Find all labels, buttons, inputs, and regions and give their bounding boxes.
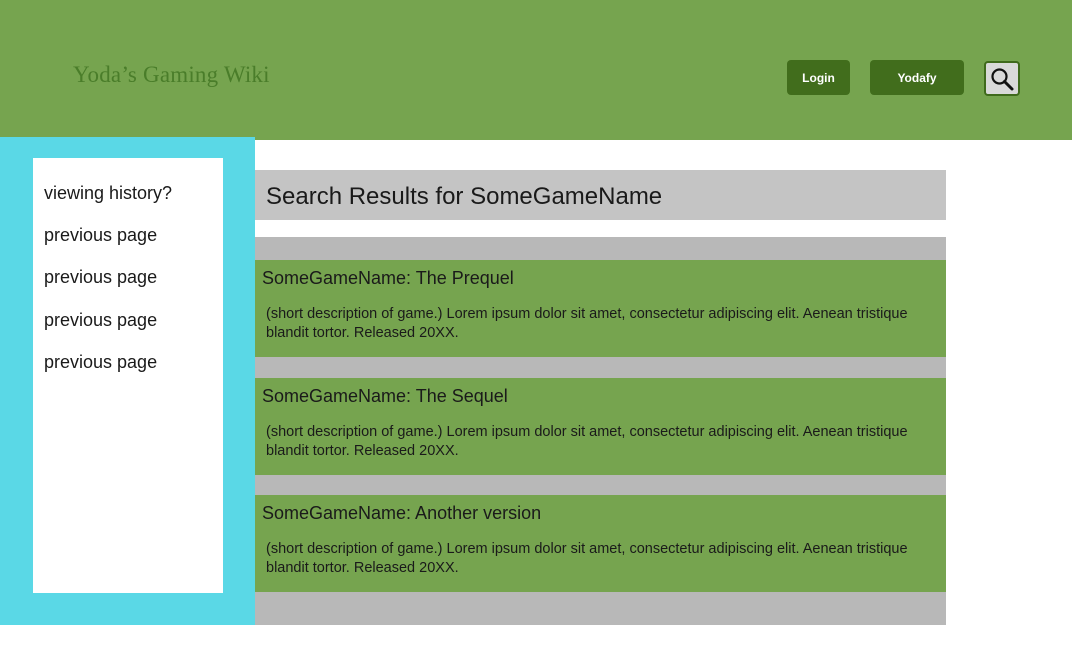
result-description: (short description of game.) Lorem ipsum…	[266, 306, 908, 341]
result-description: (short description of game.) Lorem ipsum…	[266, 541, 908, 576]
site-title[interactable]: Yoda’s Gaming Wiki	[73, 62, 270, 88]
page: Yoda’s Gaming Wiki Login Yodafy viewing …	[0, 0, 1072, 656]
sidebar-item-previous-page[interactable]: previous page	[44, 310, 157, 331]
history-panel: viewing history? previous page previous …	[33, 158, 223, 593]
results-list: SomeGameName: The Prequel (short descrip…	[255, 237, 946, 625]
result-card[interactable]: SomeGameName: The Prequel (short descrip…	[255, 260, 946, 357]
sidebar-item-previous-page[interactable]: previous page	[44, 225, 157, 246]
result-title[interactable]: SomeGameName: Another version	[262, 503, 541, 524]
search-icon	[991, 67, 1014, 90]
result-title[interactable]: SomeGameName: The Sequel	[262, 386, 508, 407]
results-header: Search Results for SomeGameName	[255, 170, 946, 220]
page-title: Search Results for SomeGameName	[266, 183, 663, 210]
result-card[interactable]: SomeGameName: Another version (short des…	[255, 495, 946, 592]
result-title[interactable]: SomeGameName: The Prequel	[262, 268, 514, 289]
result-card[interactable]: SomeGameName: The Sequel (short descript…	[255, 378, 946, 475]
sidebar-item-previous-page[interactable]: previous page	[44, 352, 157, 373]
search-button[interactable]	[984, 61, 1020, 96]
sidebar: viewing history? previous page previous …	[0, 137, 255, 625]
header-bar: Yoda’s Gaming Wiki Login Yodafy	[0, 0, 1072, 140]
result-description: (short description of game.) Lorem ipsum…	[266, 424, 908, 459]
yodafy-button[interactable]: Yodafy	[870, 60, 964, 95]
sidebar-item-viewing-history[interactable]: viewing history?	[44, 183, 172, 204]
sidebar-item-previous-page[interactable]: previous page	[44, 267, 157, 288]
login-button[interactable]: Login	[787, 60, 850, 95]
